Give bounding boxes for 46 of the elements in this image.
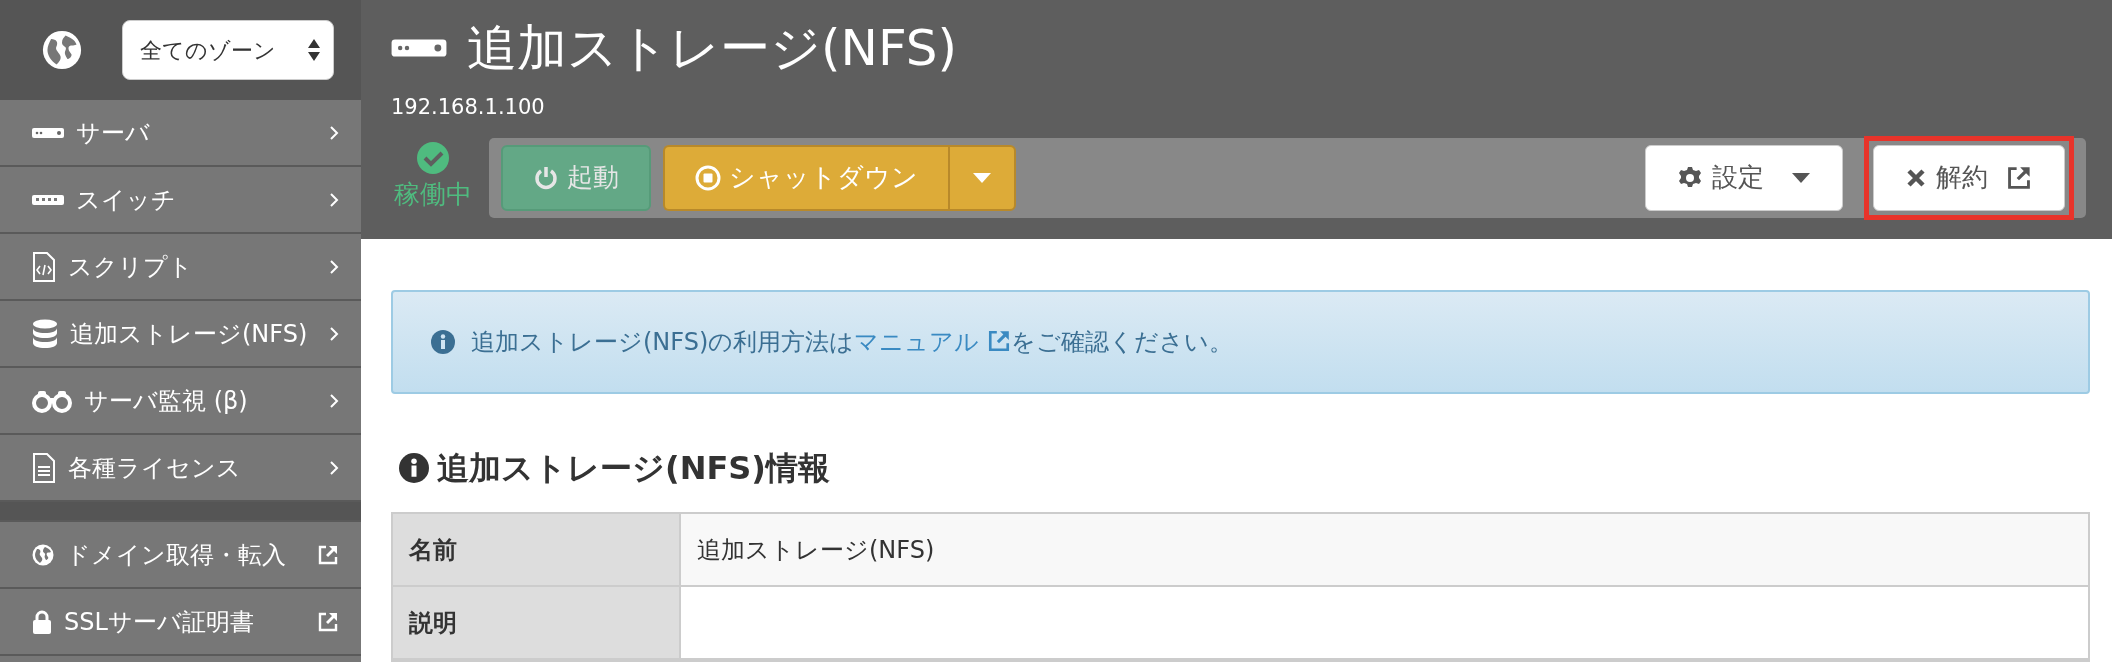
code-file-icon: [32, 251, 56, 282]
sidebar-item[interactable]: スクリプト: [0, 234, 361, 301]
database-icon: [32, 318, 58, 349]
chevron-right-icon: [329, 325, 339, 342]
info-icon: [431, 330, 455, 354]
section-heading: 追加ストレージ(NFS)情報: [437, 448, 830, 489]
external-link-icon: [2006, 164, 2032, 191]
server-icon: [32, 125, 64, 140]
globe-icon: [32, 543, 54, 566]
sidebar-item[interactable]: 追加ストレージ(NFS): [0, 301, 361, 368]
caret-down-icon: [1792, 172, 1810, 183]
external-link-icon: [986, 329, 1011, 353]
lock-icon: [32, 609, 52, 634]
chevron-right-icon: [329, 124, 339, 141]
chevron-right-icon: [329, 459, 339, 476]
power-icon: [533, 164, 559, 191]
settings-icon: [1678, 165, 1702, 190]
globe-icon: [42, 30, 82, 70]
chevron-right-icon: [329, 258, 339, 275]
page-title: 追加ストレージ(NFS): [467, 18, 958, 78]
external-link-icon: [317, 610, 339, 633]
manual-link[interactable]: マニュアル: [854, 328, 1011, 356]
sidebar-item[interactable]: ドメイン取得・転入: [0, 522, 361, 589]
sidebar-item[interactable]: SSLサーバ証明書: [0, 589, 361, 656]
table-cell: 追加ストレージ(NFS): [681, 514, 2088, 585]
settings-button[interactable]: 設定: [1645, 144, 1843, 211]
cancel-button[interactable]: 解約: [1873, 144, 2065, 211]
stop-icon: [695, 164, 721, 191]
zone-select[interactable]: 全てのゾーン: [122, 20, 334, 80]
external-link-icon: [317, 543, 339, 566]
close-icon: [1906, 167, 1926, 188]
caret-down-icon: [973, 172, 991, 183]
table-header-cell: 説明: [393, 587, 681, 658]
table-header-cell: 名前: [393, 514, 681, 585]
ip-address: 192.168.1.100: [391, 95, 545, 119]
chevron-right-icon: [329, 191, 339, 208]
status-label: 稼働中: [394, 178, 472, 211]
info-icon: [399, 453, 429, 483]
sort-arrows-icon: [307, 38, 321, 62]
document-icon: [32, 452, 56, 483]
sidebar-item[interactable]: サーバ監視 (β): [0, 368, 361, 435]
chevron-right-icon: [329, 392, 339, 409]
dropdown-toggle-button[interactable]: [948, 144, 1016, 211]
notice-text: 追加ストレージ(NFS)の利用方法はマニュアル をご確認ください。: [471, 327, 1233, 358]
switch-icon: [32, 192, 64, 207]
server-icon: [391, 36, 447, 60]
